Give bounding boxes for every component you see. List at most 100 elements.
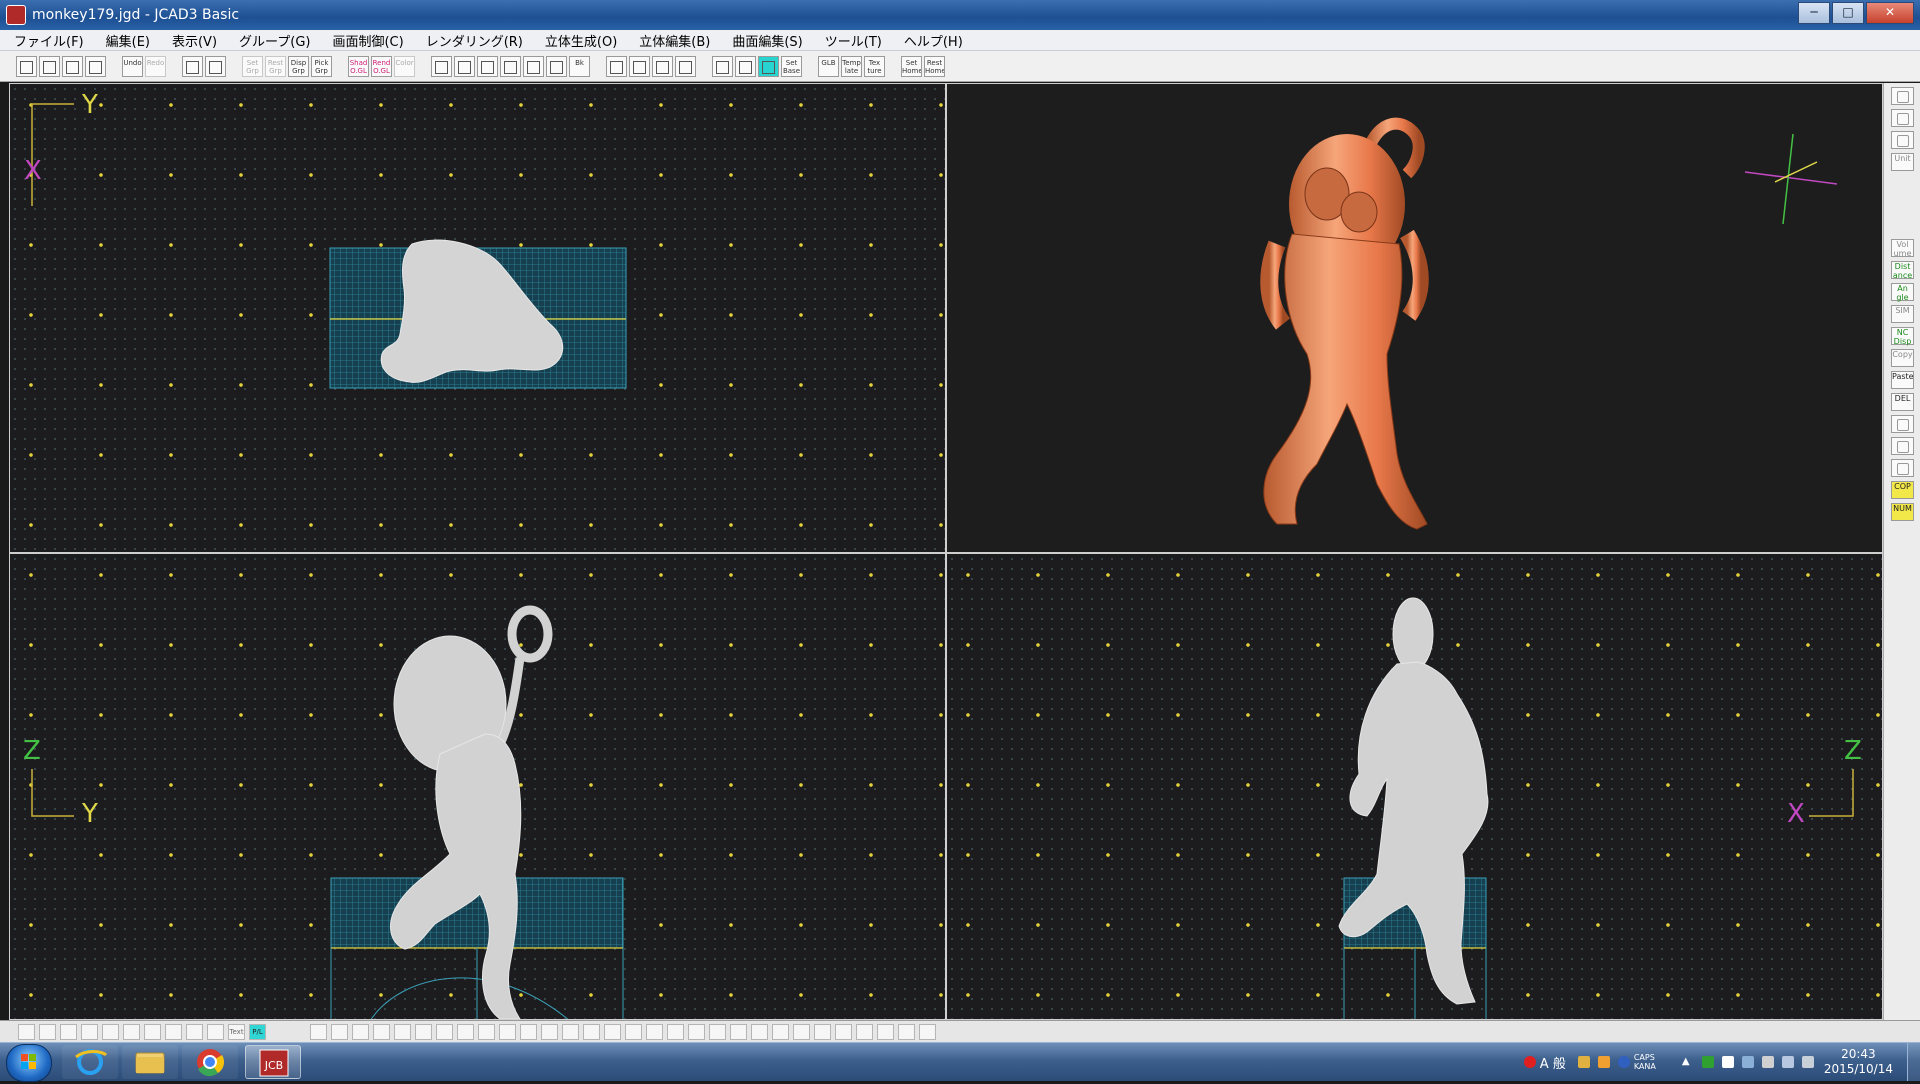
bottom-tool-button[interactable] xyxy=(541,1023,558,1040)
menu-surface-edit[interactable]: 曲面編集(S) xyxy=(718,31,810,50)
bottom-tool-button[interactable] xyxy=(415,1023,432,1040)
bottom-tool-button[interactable] xyxy=(877,1023,894,1040)
app-icon[interactable] xyxy=(6,5,26,25)
menu-screen-control[interactable]: 画面制御(C) xyxy=(318,31,411,50)
right-tool-light-button[interactable] xyxy=(1891,87,1914,105)
pan-hand-button[interactable] xyxy=(546,55,567,77)
right-tool-tree-button[interactable] xyxy=(1891,459,1914,477)
bottom-tool-button[interactable] xyxy=(583,1023,600,1040)
maximize-button[interactable]: □ xyxy=(1832,2,1864,24)
right-tool-angle-button[interactable]: An gle xyxy=(1891,283,1914,302)
bottom-tool-button[interactable] xyxy=(709,1023,726,1040)
glb-button[interactable]: GLB xyxy=(818,55,839,77)
bottom-tool-button[interactable] xyxy=(856,1023,873,1040)
grid-button[interactable] xyxy=(205,55,226,77)
bottom-tool-button[interactable] xyxy=(81,1023,98,1040)
set-base-button[interactable]: Set Base xyxy=(781,55,802,77)
bottom-tool-button[interactable] xyxy=(688,1023,705,1040)
right-tool-hammer-button[interactable] xyxy=(1891,437,1914,455)
menu-group[interactable]: グループ(G) xyxy=(225,31,318,50)
bottom-tool-button[interactable] xyxy=(352,1023,369,1040)
bottom-tool-button[interactable] xyxy=(814,1023,831,1040)
show-hidden-icons[interactable]: ▲ xyxy=(1682,1056,1694,1068)
bottom-tool-button[interactable]: Text xyxy=(228,1023,245,1040)
rend-ogl-button[interactable]: Rend O.GL xyxy=(371,55,392,77)
bottom-tool-button[interactable] xyxy=(730,1023,747,1040)
right-tool-del-button[interactable]: DEL xyxy=(1891,393,1914,411)
redo-button[interactable]: Redo xyxy=(145,55,166,77)
help-icon[interactable] xyxy=(1617,1056,1630,1068)
right-tool-camera-button[interactable] xyxy=(1891,109,1914,127)
menu-file[interactable]: ファイル(F) xyxy=(0,31,92,50)
bottom-tool-button[interactable] xyxy=(207,1023,224,1040)
template-button[interactable]: Temp late xyxy=(841,55,862,77)
right-tool-ncdisp-button[interactable]: NC Disp xyxy=(1891,327,1914,346)
bottom-tool-button[interactable] xyxy=(436,1023,453,1040)
right-tool-sim-button[interactable]: SIM xyxy=(1891,305,1914,323)
rest-home-button[interactable]: Rest Home xyxy=(924,55,945,77)
shade-ogl-button[interactable]: Shad O.GL xyxy=(348,55,369,77)
windows-tray-icon[interactable] xyxy=(1721,1056,1734,1068)
ime-tool-icon[interactable] xyxy=(1577,1056,1590,1068)
right-tool-distance-button[interactable]: Dist ance xyxy=(1891,261,1914,280)
bottom-tool-button[interactable] xyxy=(123,1023,140,1040)
right-tool-num-button[interactable]: NUM xyxy=(1891,503,1914,521)
start-button[interactable] xyxy=(6,1044,52,1082)
minimize-button[interactable]: ─ xyxy=(1798,2,1830,24)
bottom-tool-button[interactable] xyxy=(310,1023,327,1040)
bottom-tool-button[interactable] xyxy=(835,1023,852,1040)
bottom-tool-button[interactable] xyxy=(478,1023,495,1040)
menu-help[interactable]: ヘルプ(H) xyxy=(890,31,971,50)
bottom-tool-button[interactable] xyxy=(625,1023,642,1040)
ime-indicator[interactable]: A 般 xyxy=(1540,1053,1566,1072)
right-tool-cop-button[interactable]: COP xyxy=(1891,481,1914,499)
menu-solid-create[interactable]: 立体生成(O) xyxy=(531,31,625,50)
set-group-button[interactable]: Set Grp xyxy=(242,55,263,77)
zoom-next-button[interactable] xyxy=(629,55,650,77)
input-indicator-icon[interactable] xyxy=(1523,1056,1536,1068)
bottom-tool-button[interactable] xyxy=(331,1023,348,1040)
display-group-button[interactable]: Disp Grp xyxy=(288,55,309,77)
right-tool-sub-button[interactable] xyxy=(1891,415,1914,433)
right-tool-view-button[interactable] xyxy=(1891,131,1914,149)
save-button[interactable] xyxy=(62,55,83,77)
print-button[interactable] xyxy=(85,55,106,77)
grid-dots-button[interactable] xyxy=(712,55,733,77)
menu-edit[interactable]: 編集(E) xyxy=(92,31,158,50)
grid-fine-button[interactable] xyxy=(735,55,756,77)
zoom-prev-button[interactable] xyxy=(606,55,627,77)
copy-grid-button[interactable] xyxy=(182,55,203,77)
color-button[interactable]: Color xyxy=(394,55,415,77)
set-home-button[interactable]: Set Home xyxy=(901,55,922,77)
undo-button[interactable]: Undo xyxy=(122,55,143,77)
bottom-tool-button[interactable] xyxy=(102,1023,119,1040)
taskbar-app-chrome[interactable] xyxy=(182,1045,238,1079)
right-tool-unit-button[interactable]: Unit xyxy=(1891,153,1914,171)
viewport-top[interactable]: Y X xyxy=(9,83,946,553)
taskbar-app-explorer[interactable] xyxy=(122,1045,178,1079)
zoom-all-button[interactable] xyxy=(500,55,521,77)
bottom-tool-button[interactable] xyxy=(772,1023,789,1040)
bottom-tool-button[interactable] xyxy=(394,1023,411,1040)
viewport-front[interactable]: Z Y xyxy=(9,553,946,1020)
bottom-tool-button[interactable] xyxy=(898,1023,915,1040)
texture-button[interactable]: Tex ture xyxy=(864,55,885,77)
show-desktop-button[interactable] xyxy=(1907,1043,1920,1081)
menu-rendering[interactable]: レンダリング(R) xyxy=(412,31,531,50)
menu-solid-edit[interactable]: 立体編集(B) xyxy=(625,31,718,50)
menu-tools[interactable]: ツール(T) xyxy=(811,31,890,50)
bottom-tool-button[interactable] xyxy=(60,1023,77,1040)
menu-view[interactable]: 表示(V) xyxy=(158,31,225,50)
new-file-button[interactable] xyxy=(16,55,37,77)
taskbar-app-jcad[interactable]: JCB xyxy=(245,1045,301,1079)
right-tool-paste-button[interactable]: Paste xyxy=(1891,371,1914,389)
bottom-tool-button[interactable] xyxy=(520,1023,537,1040)
right-tool-copy-button[interactable]: Copy xyxy=(1891,349,1914,367)
zoom-extent-button[interactable] xyxy=(675,55,696,77)
network-tray-icon[interactable] xyxy=(1741,1056,1754,1068)
zoom-fit-button[interactable] xyxy=(523,55,544,77)
reset-group-button[interactable]: Rest Grp xyxy=(265,55,286,77)
right-tool-volume-button[interactable]: Vol ume xyxy=(1891,239,1914,258)
bottom-tool-button[interactable] xyxy=(604,1023,621,1040)
back-button[interactable]: Bk xyxy=(569,55,590,77)
